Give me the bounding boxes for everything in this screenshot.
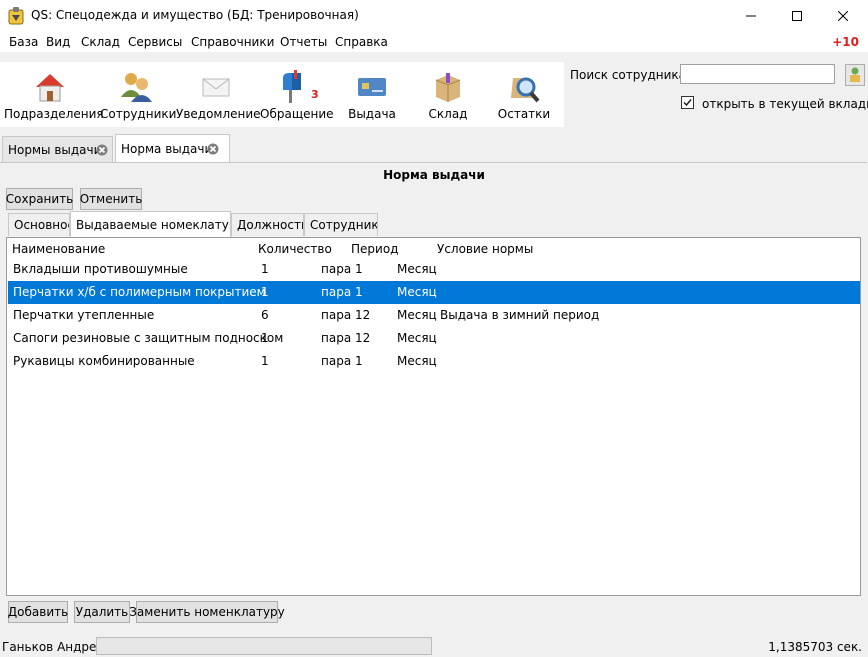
- column-header-condition[interactable]: Условие нормы: [437, 242, 533, 256]
- toolbar-obraschenie[interactable]: 3 Обращение: [260, 62, 334, 127]
- page-title: Норма выдачи: [383, 168, 485, 182]
- house-icon: [36, 74, 64, 102]
- menu-sklad[interactable]: Склад: [81, 35, 120, 49]
- status-progress-bar: [96, 637, 432, 655]
- delete-button[interactable]: Удалить: [74, 601, 130, 623]
- menu-spravochniki[interactable]: Справочники: [191, 35, 274, 49]
- toolbar-sklad[interactable]: Склад: [412, 62, 484, 127]
- close-button[interactable]: [820, 0, 866, 32]
- save-button[interactable]: Сохранить: [6, 188, 73, 210]
- doc-tab-label: Нормы выдачи: [8, 142, 102, 157]
- menu-servisy[interactable]: Сервисы: [128, 35, 182, 49]
- maximize-button[interactable]: [774, 0, 820, 32]
- toolbar: Подразделения Сотрудники Уведомление 3 О…: [0, 62, 564, 127]
- table-row-selected[interactable]: Перчатки х/б с полимерным покрытием 1 па…: [8, 281, 860, 304]
- column-header-quantity[interactable]: Количество: [258, 242, 332, 256]
- menu-vid[interactable]: Вид: [46, 35, 70, 49]
- table-row[interactable]: Вкладыши противошумные 1 пара 1 Месяц: [8, 258, 860, 281]
- cancel-button[interactable]: Отменить: [80, 188, 142, 210]
- menu-bar: База Вид Склад Сервисы Справочники Отчет…: [0, 32, 868, 52]
- envelope-icon: [202, 78, 230, 97]
- menu-spravka[interactable]: Справка: [335, 35, 388, 49]
- close-tab-icon[interactable]: [207, 143, 219, 155]
- search-label: Поиск сотрудника:: [570, 68, 691, 82]
- toolbar-uvedomlenie[interactable]: Уведомление: [176, 62, 261, 127]
- column-header-period[interactable]: Период: [351, 242, 398, 256]
- add-button[interactable]: Добавить: [8, 601, 68, 623]
- status-user: Ганьков Андрей: [2, 640, 105, 654]
- toolbar-ostatki[interactable]: Остатки: [488, 62, 560, 127]
- title-bar: QS: Спецодежда и имущество (БД: Трениров…: [0, 0, 868, 32]
- notification-count[interactable]: +10: [832, 35, 859, 49]
- card-icon: [358, 78, 386, 96]
- minimize-icon: [746, 15, 756, 17]
- toolbar-vydacha[interactable]: Выдача: [336, 62, 408, 127]
- search-button[interactable]: [845, 64, 865, 86]
- user-search-icon: [850, 67, 860, 82]
- box-icon: [435, 73, 461, 102]
- tab-osnovnoe[interactable]: Основное: [8, 213, 70, 236]
- magnifier-icon: [511, 77, 540, 103]
- doc-tab-label: Норма выдачи: [121, 141, 213, 156]
- people-icon: [121, 73, 152, 102]
- tab-vydavaemye-nomenklatury[interactable]: Выдаваемые номеклатуры: [70, 211, 231, 237]
- table-row[interactable]: Рукавицы комбинированные 1 пара 1 Месяц: [8, 350, 860, 373]
- open-in-current-tab-checkbox[interactable]: [681, 96, 694, 109]
- menu-otchety[interactable]: Отчеты: [280, 35, 327, 49]
- doc-tab-normy-vydachi[interactable]: Нормы выдачи: [2, 136, 113, 162]
- status-time: 1,1385703 сек.: [768, 640, 862, 654]
- tab-dolzhnosti[interactable]: Должности: [231, 213, 304, 236]
- menu-baza[interactable]: База: [9, 35, 38, 49]
- nomenclature-table[interactable]: Наименование Количество Период Условие н…: [6, 237, 861, 596]
- checkmark-icon: [683, 99, 692, 107]
- doc-tab-norma-vydachi[interactable]: Норма выдачи: [115, 134, 230, 162]
- table-row[interactable]: Перчатки утепленные 6 пара 12 Месяц Выда…: [8, 304, 860, 327]
- window-title: QS: Спецодежда и имущество (БД: Трениров…: [31, 8, 359, 22]
- tab-sotrudniki[interactable]: Сотрудники: [304, 213, 378, 236]
- mailbox-icon: [283, 70, 301, 103]
- open-in-current-tab-label[interactable]: открыть в текущей вкладке: [702, 97, 868, 111]
- close-icon: [838, 11, 848, 21]
- close-tab-icon[interactable]: [96, 144, 108, 156]
- toolbar-podrazdeleniya[interactable]: Подразделения: [4, 62, 104, 127]
- toolbar-sotrudniki[interactable]: Сотрудники: [100, 62, 176, 127]
- minimize-button[interactable]: [728, 0, 774, 32]
- employee-search-input[interactable]: [680, 64, 835, 84]
- obraschenie-badge: 3: [311, 88, 319, 101]
- maximize-icon: [792, 11, 802, 21]
- app-icon: [8, 7, 24, 25]
- table-row[interactable]: Сапоги резиновые с защитным подноском 1 …: [8, 327, 860, 350]
- column-header-name[interactable]: Наименование: [12, 242, 105, 256]
- replace-nomenclature-button[interactable]: Заменить номенклатуру: [129, 601, 285, 623]
